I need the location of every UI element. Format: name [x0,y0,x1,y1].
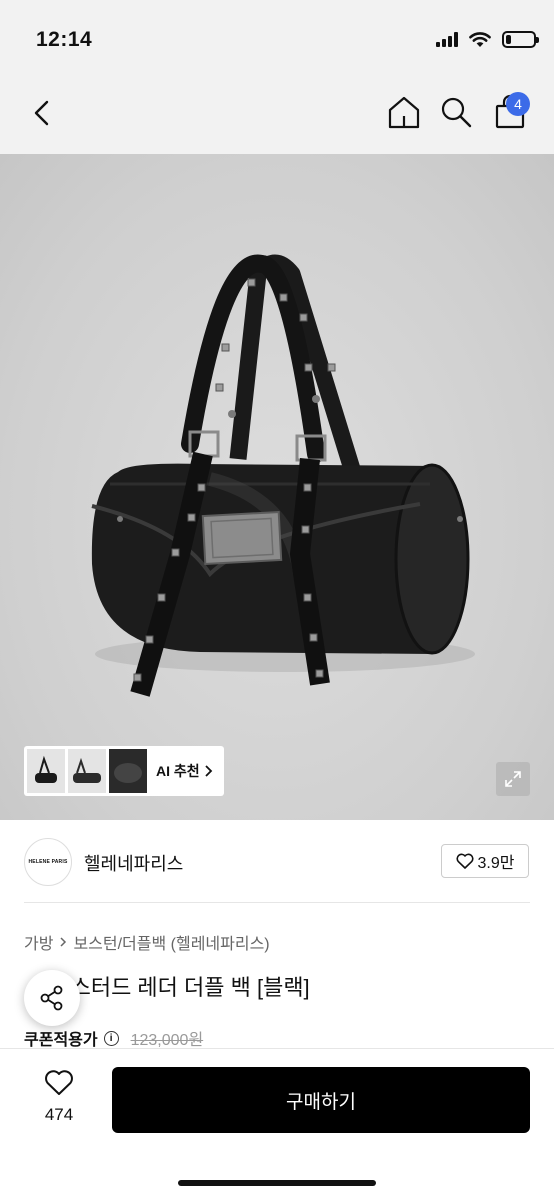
heart-icon [456,853,474,869]
status-time: 12:14 [36,28,93,51]
original-price: 123,000원 [130,1032,204,1049]
breadcrumb: 가방 보스턴/더플백 (헬레네파리스) [24,930,270,954]
brand-like-button[interactable]: 3.9만 [441,844,529,878]
battery-icon [502,30,539,48]
status-icons [436,30,539,48]
search-icon[interactable] [438,94,474,130]
divider [24,902,530,903]
back-icon[interactable] [26,96,60,130]
nav-bar [0,76,554,154]
thumbnail-3[interactable] [109,749,147,793]
thumbnail-1[interactable] [27,749,65,793]
wishlist-count: 474 [44,1105,74,1124]
thumbnail-2[interactable] [68,749,106,793]
ai-recommend-link[interactable]: AI 추천 [156,761,214,781]
bottom-action-bar: 474 구매하기 [0,1048,554,1200]
brand-logo[interactable]: HELENE PARIS [24,838,72,886]
share-icon [40,985,63,1011]
breadcrumb-subcategory[interactable]: 보스턴/더플백 (헬레네파리스) [73,930,269,954]
brand-name[interactable]: 헬레네파리스 [84,850,183,876]
chevron-right-icon [205,765,212,777]
ai-recommend-label: AI 추천 [156,763,200,779]
status-bar: 12:14 [0,0,554,76]
battery-level [506,34,512,44]
signal-icon [436,31,458,47]
duffle-bag-image [91,254,475,697]
breadcrumb-category[interactable]: 가방 [24,930,53,954]
brand-row: HELENE PARIS 헬레네파리스 3.9만 [0,832,554,892]
price-row: 쿠폰적용가 i 123,000원 [24,1026,203,1050]
home-indicator [178,1180,376,1186]
coupon-price-label: 쿠폰적용가 [24,1032,98,1049]
thumbnail-strip: AI 추천 [24,746,224,796]
brand-logo-text: HELENE PARIS [28,859,68,865]
expand-icon [505,771,521,787]
share-button[interactable] [24,970,80,1026]
expand-button[interactable] [496,762,530,796]
heart-icon [45,1070,73,1095]
home-icon[interactable] [386,94,422,130]
buy-button[interactable]: 구매하기 [112,1067,530,1133]
cart-count-badge: 4 [506,92,530,116]
product-image[interactable]: AI 추천 [0,154,554,820]
brand-like-count: 3.9만 [477,855,515,872]
wifi-icon [469,32,491,47]
info-icon[interactable]: i [103,1030,119,1046]
wishlist-button[interactable]: 474 [34,1069,84,1125]
chevron-right-icon [60,937,67,947]
